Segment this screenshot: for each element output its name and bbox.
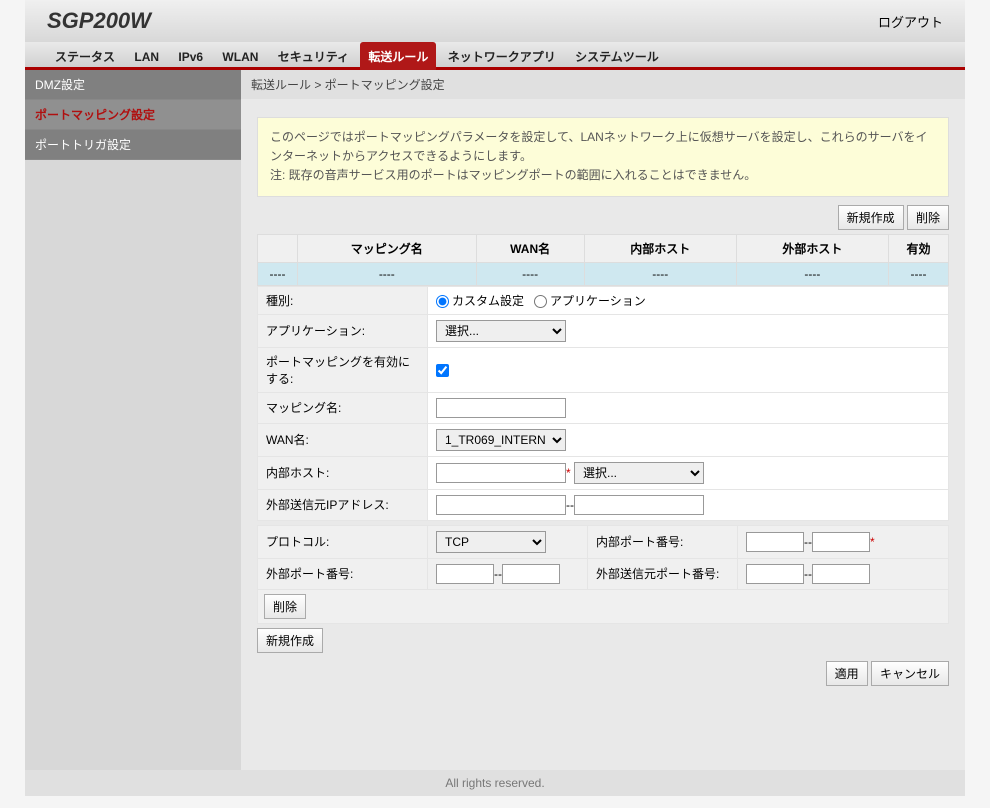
label-type: 種別:	[258, 286, 428, 314]
sidebar-item-porttrigger[interactable]: ポートトリガ設定	[25, 130, 241, 160]
label-wan: WAN名:	[258, 423, 428, 456]
internal-port-to[interactable]	[812, 532, 870, 552]
nav-status[interactable]: ステータス	[47, 42, 123, 71]
external-port-to[interactable]	[502, 564, 560, 584]
port-sub-table: プロトコル: TCP 内部ポート番号: --* 外部ポート番号: -- 外部送信…	[257, 525, 949, 590]
label-mapping-name: マッピング名:	[258, 392, 428, 423]
label-external-port: 外部ポート番号:	[258, 558, 428, 589]
radio-custom[interactable]	[436, 295, 449, 308]
new-button[interactable]: 新規作成	[838, 205, 904, 230]
label-protocol: プロトコル:	[258, 525, 428, 558]
info-text-2: 注: 既存の音声サービス用のポートはマッピングポートの範囲に入れることはできませ…	[270, 166, 936, 185]
label-internal-host: 内部ホスト:	[258, 456, 428, 489]
col-enable: 有効	[889, 234, 949, 262]
sidebar-item-dmz[interactable]: DMZ設定	[25, 70, 241, 100]
device-logo: SGP200W	[25, 0, 965, 34]
nav-lan[interactable]: LAN	[126, 44, 167, 70]
label-enable: ポートマッピングを有効にする:	[258, 347, 428, 392]
col-external-host: 外部ホスト	[736, 234, 888, 262]
col-wan-name: WAN名	[476, 234, 584, 262]
radio-custom-label[interactable]: カスタム設定	[436, 294, 524, 308]
enable-checkbox[interactable]	[436, 364, 449, 377]
internal-host-select[interactable]: 選択...	[574, 462, 704, 484]
logout-link[interactable]: ログアウト	[878, 12, 943, 31]
internal-port-from[interactable]	[746, 532, 804, 552]
label-external-src-port: 外部送信元ポート番号:	[588, 558, 738, 589]
col-check	[258, 234, 298, 262]
apply-button[interactable]: 適用	[826, 661, 868, 686]
internal-host-input[interactable]	[436, 463, 566, 483]
col-mapping-name: マッピング名	[298, 234, 477, 262]
external-ip-from[interactable]	[436, 495, 566, 515]
sidebar-item-portmapping[interactable]: ポートマッピング設定	[25, 100, 241, 130]
mapping-table: マッピング名 WAN名 内部ホスト 外部ホスト 有効 ---- ---- ---…	[257, 234, 949, 286]
delete-button[interactable]: 削除	[907, 205, 949, 230]
edit-form: 種別: カスタム設定 アプリケーション アプリケーション: 選択... ポートマ…	[257, 286, 949, 521]
nav-ipv6[interactable]: IPv6	[170, 44, 211, 70]
radio-application[interactable]	[534, 295, 547, 308]
wan-select[interactable]: 1_TR069_INTERNE	[436, 429, 566, 451]
external-ip-to[interactable]	[574, 495, 704, 515]
info-text-1: このページではポートマッピングパラメータを設定して、LANネットワーク上に仮想サ…	[270, 128, 936, 166]
footer-text: All rights reserved.	[25, 770, 965, 796]
nav-forward-rules[interactable]: 転送ルール	[360, 42, 436, 71]
nav-wlan[interactable]: WLAN	[214, 44, 266, 70]
required-mark: *	[566, 466, 571, 480]
nav-security[interactable]: セキュリティ	[270, 42, 357, 71]
required-mark: *	[870, 535, 875, 549]
table-row[interactable]: ---- ---- ---- ---- ---- ----	[258, 262, 949, 285]
info-box: このページではポートマッピングパラメータを設定して、LANネットワーク上に仮想サ…	[257, 117, 949, 197]
delete-row-button[interactable]: 削除	[264, 594, 306, 619]
external-port-from[interactable]	[436, 564, 494, 584]
radio-app-label[interactable]: アプリケーション	[534, 294, 646, 308]
label-internal-port: 内部ポート番号:	[588, 525, 738, 558]
breadcrumb: 転送ルール > ポートマッピング設定	[241, 70, 965, 99]
nav-system-tools[interactable]: システムツール	[567, 42, 667, 71]
col-internal-host: 内部ホスト	[584, 234, 736, 262]
main-nav: ステータス LAN IPv6 WLAN セキュリティ 転送ルール ネットワークア…	[25, 42, 965, 70]
add-row-button[interactable]: 新規作成	[257, 628, 323, 653]
cancel-button[interactable]: キャンセル	[871, 661, 949, 686]
external-src-port-to[interactable]	[812, 564, 870, 584]
label-external-ip: 外部送信元IPアドレス:	[258, 489, 428, 520]
protocol-select[interactable]: TCP	[436, 531, 546, 553]
label-application: アプリケーション:	[258, 314, 428, 347]
mapping-name-input[interactable]	[436, 398, 566, 418]
application-select[interactable]: 選択...	[436, 320, 566, 342]
external-src-port-from[interactable]	[746, 564, 804, 584]
nav-network-app[interactable]: ネットワークアプリ	[440, 42, 564, 71]
sidebar: DMZ設定 ポートマッピング設定 ポートトリガ設定	[25, 70, 241, 770]
